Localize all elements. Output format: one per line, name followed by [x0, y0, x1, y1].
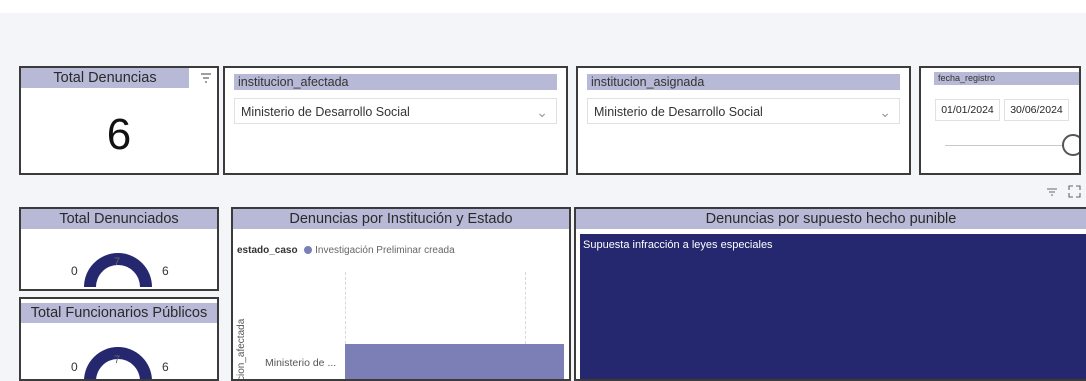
total-denuncias-card[interactable]: Total Denuncias 6 — [19, 66, 219, 175]
focus-mode-icon[interactable] — [1068, 185, 1081, 198]
slicer-title: institucion_afectada — [234, 74, 557, 90]
total-funcionarios-gauge[interactable]: Total Funcionarios Públicos 0 7 6 — [19, 297, 219, 381]
y-axis-title: cion_afectada — [236, 318, 247, 381]
end-date-value: 30/06/2024 — [1010, 104, 1063, 116]
legend-dot — [304, 246, 313, 254]
gauge-value-label: 7 — [114, 354, 121, 366]
treemap-tile[interactable]: Supuesta infracción a leyes especiales — [580, 234, 1086, 379]
bar[interactable] — [345, 344, 564, 379]
top-bar — [0, 0, 1086, 13]
legend-item: Investigación Preliminar creada — [315, 245, 455, 256]
gauge-min-label: 0 — [71, 264, 78, 278]
denuncias-hecho-treemap[interactable]: Denuncias por supuesto hecho punible Sup… — [574, 207, 1086, 381]
dropdown-value: Ministerio de Desarrollo Social — [241, 105, 410, 119]
slider-track[interactable] — [945, 145, 1070, 146]
denuncias-institucion-chart[interactable]: Denuncias por Institución y Estado estad… — [231, 207, 571, 381]
chevron-down-icon: ⌄ — [536, 104, 548, 120]
institucion-asignada-dropdown[interactable]: Ministerio de Desarrollo Social ⌄ — [587, 98, 900, 124]
institucion-afectada-slicer[interactable]: institucion_afectada Ministerio de Desar… — [223, 66, 568, 175]
institucion-asignada-slicer[interactable]: institucion_asignada Ministerio de Desar… — [576, 66, 911, 175]
treemap-tile-label: Supuesta infracción a leyes especiales — [583, 239, 773, 251]
card-title: Total Denuncias — [21, 68, 189, 88]
start-date-input[interactable]: 01/01/2024 — [935, 99, 1000, 121]
category-label: Ministerio de ... — [265, 357, 337, 369]
gauge-arc — [84, 347, 152, 379]
legend-title: estado_caso — [237, 245, 298, 256]
filter-icon[interactable] — [1046, 186, 1058, 198]
card-title: Denuncias por supuesto hecho punible — [576, 209, 1086, 229]
chevron-down-icon: ⌄ — [879, 104, 891, 120]
gauge-value-label: 7 — [114, 256, 121, 268]
gauge-max-label: 6 — [162, 360, 169, 374]
gauge-min-label: 0 — [71, 360, 78, 374]
dropdown-value: Ministerio de Desarrollo Social — [594, 105, 763, 119]
slicer-title: fecha_registro — [934, 72, 1079, 85]
chart-legend: estado_caso Investigación Preliminar cre… — [237, 245, 455, 256]
filter-icon[interactable] — [199, 71, 213, 85]
slider-thumb[interactable] — [1062, 134, 1079, 156]
gauge-max-label: 6 — [162, 264, 169, 278]
total-denuncias-value: 6 — [106, 110, 132, 159]
card-title: Total Denunciados — [21, 209, 217, 229]
card-title: Total Funcionarios Públicos — [21, 303, 217, 323]
institucion-afectada-dropdown[interactable]: Ministerio de Desarrollo Social ⌄ — [234, 98, 557, 124]
slicer-title: institucion_asignada — [587, 74, 900, 90]
card-title: Denuncias por Institución y Estado — [233, 209, 569, 229]
total-denunciados-gauge[interactable]: Total Denunciados 0 7 6 — [19, 207, 219, 291]
fecha-registro-slicer[interactable]: fecha_registro 01/01/2024 30/06/2024 — [919, 66, 1081, 175]
start-date-value: 01/01/2024 — [941, 104, 994, 116]
end-date-input[interactable]: 30/06/2024 — [1004, 99, 1069, 121]
